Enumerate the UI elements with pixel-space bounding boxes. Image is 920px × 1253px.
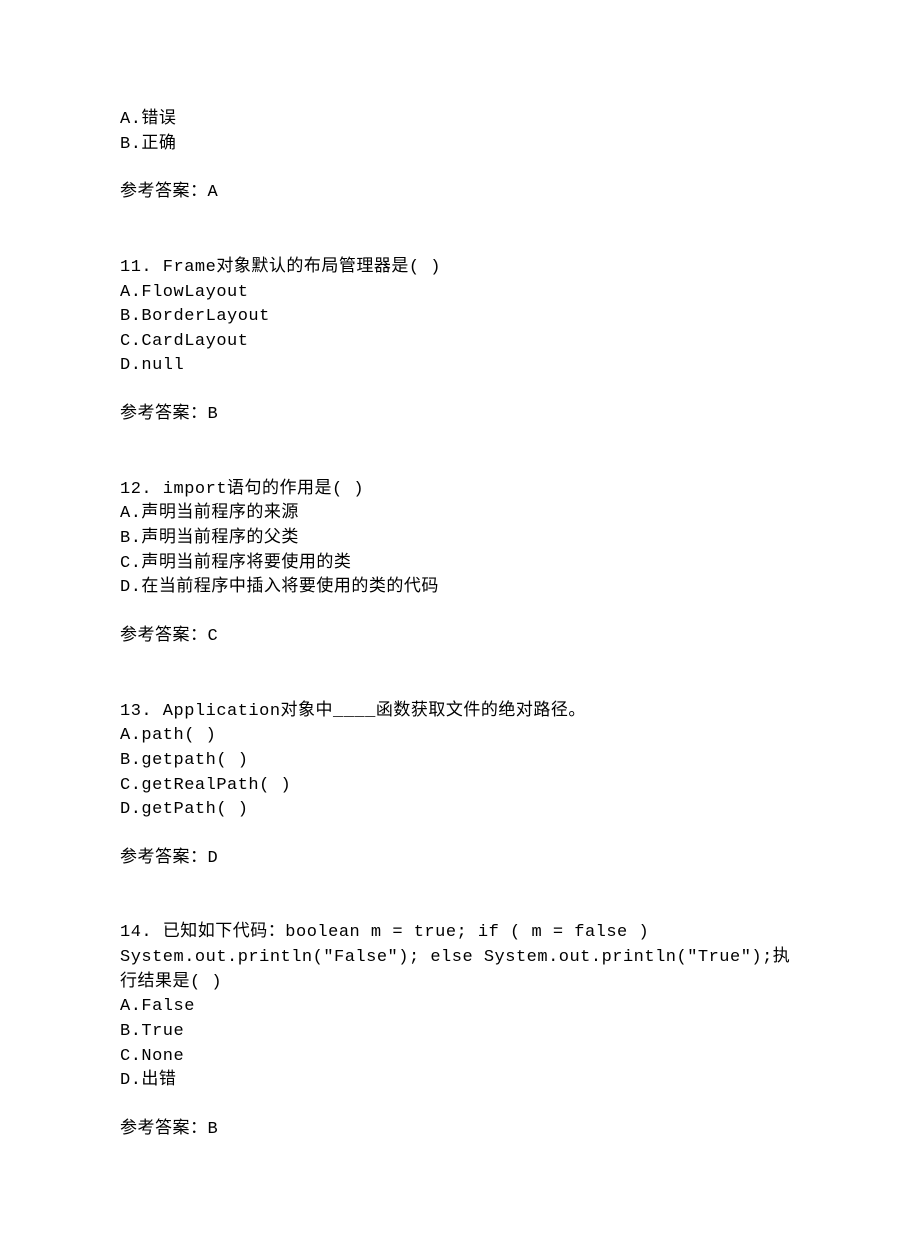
answer-line: 参考答案：B [120,403,800,428]
question-stem: 13. Application对象中____函数获取文件的绝对路径。 [120,700,800,725]
option-d: D.在当前程序中插入将要使用的类的代码 [120,576,800,601]
option-a: A.path( ) [120,724,800,749]
option-d: D.getPath( ) [120,798,800,823]
option-a: A.False [120,995,800,1020]
option-d: D.出错 [120,1069,800,1094]
question-stem: 14. 已知如下代码：boolean m = true; if ( m = fa… [120,921,800,995]
option-c: C.声明当前程序将要使用的类 [120,552,800,577]
question-12: 12. import语句的作用是( ) A.声明当前程序的来源 B.声明当前程序… [120,478,800,650]
option-d: D.null [120,354,800,379]
question-10: A.错误 B.正确 参考答案：A [120,108,800,206]
question-stem: 11. Frame对象默认的布局管理器是( ) [120,256,800,281]
option-b: B.True [120,1020,800,1045]
option-c: C.None [120,1045,800,1070]
question-13: 13. Application对象中____函数获取文件的绝对路径。 A.pat… [120,700,800,872]
answer-line: 参考答案：D [120,847,800,872]
option-b: B.BorderLayout [120,305,800,330]
answer-line: 参考答案：A [120,181,800,206]
option-b: B.正确 [120,133,800,158]
answer-line: 参考答案：C [120,625,800,650]
question-11: 11. Frame对象默认的布局管理器是( ) A.FlowLayout B.B… [120,256,800,428]
option-a: A.FlowLayout [120,281,800,306]
option-c: C.CardLayout [120,330,800,355]
answer-line: 参考答案：B [120,1118,800,1143]
option-a: A.声明当前程序的来源 [120,502,800,527]
option-c: C.getRealPath( ) [120,774,800,799]
option-b: B.getpath( ) [120,749,800,774]
question-14: 14. 已知如下代码：boolean m = true; if ( m = fa… [120,921,800,1142]
option-b: B.声明当前程序的父类 [120,527,800,552]
question-stem: 12. import语句的作用是( ) [120,478,800,503]
option-a: A.错误 [120,108,800,133]
